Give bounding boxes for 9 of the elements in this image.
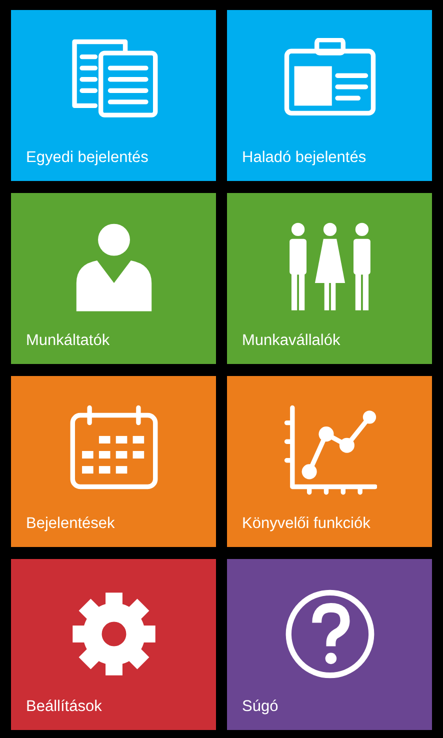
menu-tile[interactable]: Beállítások — [11, 559, 216, 730]
menu-tile[interactable]: Bejelentések — [11, 376, 216, 547]
help-icon — [283, 587, 377, 681]
menu-tile[interactable]: Könyvelői funkciók — [227, 376, 432, 547]
menu-tile[interactable]: Munkáltatók — [11, 193, 216, 364]
menu-tile[interactable]: Haladó bejelentés — [227, 10, 432, 181]
menu-tile[interactable]: Munkavállalók — [227, 193, 432, 364]
menu-tile[interactable]: Egyedi bejelentés — [11, 10, 216, 181]
menu-tile[interactable]: Súgó — [227, 559, 432, 730]
